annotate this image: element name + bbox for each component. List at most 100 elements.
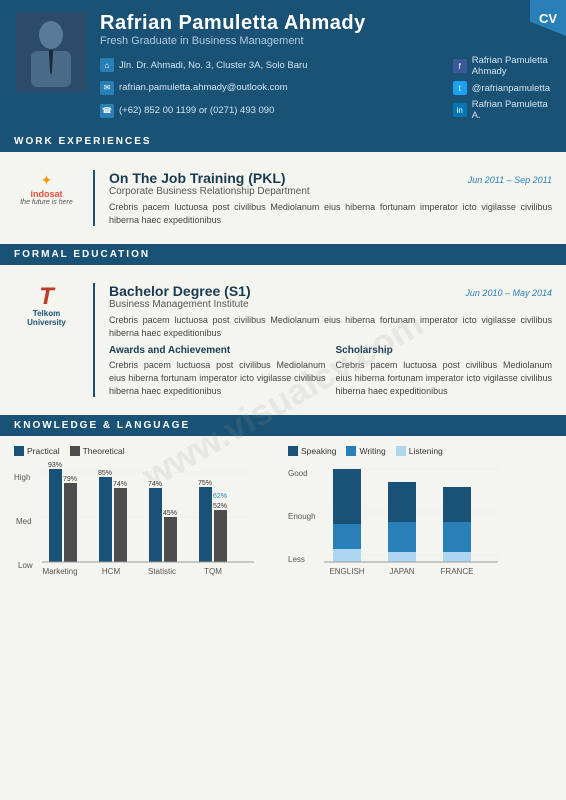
tqm-extra-label: 62% xyxy=(213,493,227,500)
statistic-theoretical-label: 45% xyxy=(163,510,177,517)
y-label-high: High xyxy=(14,473,30,482)
listening-label: Listening xyxy=(409,446,443,456)
bar-chart-legend: Practical Theoretical xyxy=(14,446,278,456)
marketing-practical-bar xyxy=(49,469,62,562)
indosat-logo: ✦ indosat the future is here xyxy=(14,170,79,226)
speaking-color xyxy=(288,446,298,456)
scholarship-title: Scholarship xyxy=(336,345,553,356)
x-label-hcm: HCM xyxy=(102,567,121,576)
tqm-practical-bar xyxy=(199,487,212,562)
y2-label-less: Less xyxy=(288,555,305,564)
work-title: On The Job Training (PKL) xyxy=(109,170,286,186)
knowledge-language-header: KNOWLEDGE & LANGUAGE xyxy=(0,415,566,436)
edu-institution: Business Management Institute xyxy=(109,299,552,310)
english-speaking-bar xyxy=(333,469,361,524)
france-writing-bar xyxy=(443,522,471,552)
japan-listening-bar xyxy=(388,552,416,562)
work-content-pkl: On The Job Training (PKL) Jun 2011 – Sep… xyxy=(109,170,552,226)
x-label-marketing: Marketing xyxy=(42,567,77,576)
y-label-low: Low xyxy=(18,561,33,570)
social-linkedin: in Rafrian Pamuletta A. xyxy=(453,99,550,121)
edu-content-s1: Bachelor Degree (S1) Jun 2010 – May 2014… xyxy=(109,283,552,397)
header: Rafrian Pamuletta Ahmady Fresh Graduate … xyxy=(0,0,566,131)
marketing-practical-label: 93% xyxy=(48,462,62,469)
awards-achievement-col: Awards and Achievement Crebris pacem luc… xyxy=(109,345,326,397)
telkom-logo: T TelkomUniversity xyxy=(14,283,79,397)
statistic-theoretical-bar xyxy=(164,517,177,562)
hcm-practical-label: 85% xyxy=(98,470,112,477)
candidate-title: Fresh Graduate in Business Management xyxy=(100,35,550,47)
legend-speaking: Speaking xyxy=(288,446,336,456)
stacked-chart-svg: Good Enough Less ENGLISH JAPAN xyxy=(288,462,498,607)
edu-description: Crebris pacem luctuosa post civilibus Me… xyxy=(109,314,552,339)
facebook-icon: f xyxy=(453,59,467,73)
x-label-japan: JAPAN xyxy=(389,567,414,576)
speaking-label: Speaking xyxy=(301,446,336,456)
work-description: Crebris pacem luctuosa post civilibus Me… xyxy=(109,201,552,226)
work-item-pkl: ✦ indosat the future is here On The Job … xyxy=(14,162,552,234)
legend-listening: Listening xyxy=(396,446,443,456)
bar-chart-svg: High Med Low 93% 79% 85% 74% 74% 45% xyxy=(14,462,254,607)
candidate-name: Rafrian Pamuletta Ahmady xyxy=(100,12,550,35)
social-facebook: f Rafrian Pamuletta Ahmady xyxy=(453,55,550,77)
stacked-chart-container: Speaking Writing Listening Good Enough L… xyxy=(288,446,552,610)
marketing-theoretical-bar xyxy=(64,483,77,562)
social-twitter: t @rafrianpamuletta xyxy=(453,81,550,95)
practical-label: Practical xyxy=(27,446,60,456)
work-department: Corporate Business Relationship Departme… xyxy=(109,186,552,197)
edu-title: Bachelor Degree (S1) xyxy=(109,283,251,299)
hcm-theoretical-label: 74% xyxy=(113,481,127,488)
writing-label: Writing xyxy=(359,446,385,456)
awards-text: Crebris pacem luctuosa post civilibus Me… xyxy=(109,359,326,397)
edu-item-s1: T TelkomUniversity Bachelor Degree (S1) … xyxy=(14,275,552,405)
contact-list: ⌂ Jln. Dr. Ahmadi, No. 3, Cluster 3A, So… xyxy=(100,55,433,121)
theoretical-color xyxy=(70,446,80,456)
formal-education-header: FORMAL EDUCATION xyxy=(0,244,566,265)
hcm-practical-bar xyxy=(99,477,112,562)
x-label-tqm: TQM xyxy=(204,567,222,576)
x-label-english: ENGLISH xyxy=(329,567,364,576)
stacked-chart-legend: Speaking Writing Listening xyxy=(288,446,552,456)
work-experiences-body: ✦ indosat the future is here On The Job … xyxy=(0,152,566,244)
theoretical-label: Theoretical xyxy=(83,446,125,456)
work-date: Jun 2011 – Sep 2011 xyxy=(468,175,552,185)
hcm-theoretical-bar xyxy=(114,488,127,562)
edu-divider xyxy=(93,283,95,397)
awards-title: Awards and Achievement xyxy=(109,345,326,356)
linkedin-icon: in xyxy=(453,103,467,117)
phone-icon: ☎ xyxy=(100,104,114,118)
contact-email: ✉ rafrian.pamuletta.ahmady@outlook.com xyxy=(100,78,288,99)
x-label-statistic: Statistic xyxy=(148,567,176,576)
header-info: Rafrian Pamuletta Ahmady Fresh Graduate … xyxy=(100,12,550,121)
x-label-france: FRANCE xyxy=(441,567,474,576)
home-icon: ⌂ xyxy=(100,58,114,72)
edu-title-row: Bachelor Degree (S1) Jun 2010 – May 2014 xyxy=(109,283,552,299)
tqm-theoretical-label: 52% xyxy=(213,503,227,510)
email-icon: ✉ xyxy=(100,81,114,95)
edu-date: Jun 2010 – May 2014 xyxy=(465,288,552,298)
france-speaking-bar xyxy=(443,487,471,522)
statistic-practical-bar xyxy=(149,488,162,562)
y2-label-good: Good xyxy=(288,469,308,478)
formal-education-body: T TelkomUniversity Bachelor Degree (S1) … xyxy=(0,265,566,415)
practical-color xyxy=(14,446,24,456)
tqm-practical-label: 75% xyxy=(198,480,212,487)
scholarship-text: Crebris pacem luctuosa post civilibus Me… xyxy=(336,359,553,397)
france-listening-bar xyxy=(443,552,471,562)
english-writing-bar xyxy=(333,524,361,549)
japan-speaking-bar xyxy=(388,482,416,522)
statistic-practical-label: 74% xyxy=(148,481,162,488)
y-label-med: Med xyxy=(16,517,32,526)
marketing-theoretical-label: 79% xyxy=(63,476,77,483)
knowledge-language-body: Practical Theoretical High Med Low 93% xyxy=(0,436,566,620)
work-divider xyxy=(93,170,95,226)
legend-writing: Writing xyxy=(346,446,385,456)
twitter-icon: t xyxy=(453,81,467,95)
contact-address: ⌂ Jln. Dr. Ahmadi, No. 3, Cluster 3A, So… xyxy=(100,55,308,76)
work-experiences-header: WORK EXPERIENCES xyxy=(0,131,566,152)
avatar xyxy=(16,12,86,92)
contact-phone: ☎ (+62) 852 00 1199 or (0271) 493 090 xyxy=(100,100,280,121)
y2-label-enough: Enough xyxy=(288,512,316,521)
legend-practical: Practical xyxy=(14,446,60,456)
tqm-theoretical-bar xyxy=(214,510,227,562)
